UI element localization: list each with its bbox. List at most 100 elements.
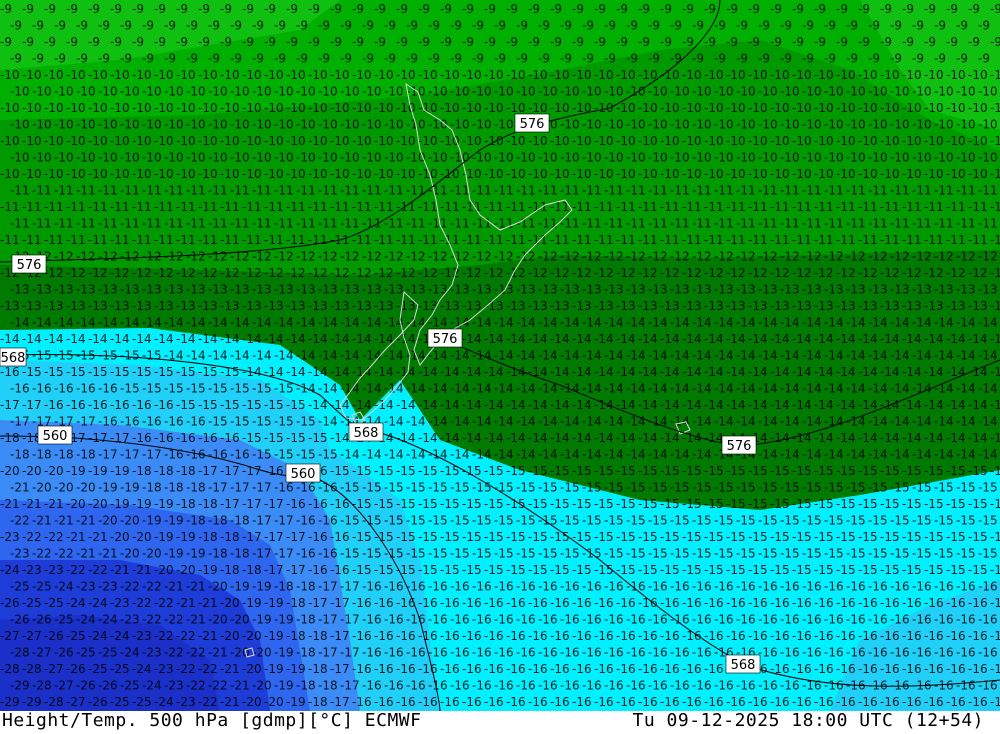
temperature-value: -14 <box>66 332 86 346</box>
temperature-value: -15 <box>32 349 52 363</box>
temperature-value: -15 <box>780 547 800 561</box>
temperature-value: -9 <box>912 52 924 66</box>
temperature-value: -14 <box>428 448 448 462</box>
temperature-value: -15 <box>836 464 856 478</box>
temperature-value: -11 <box>572 200 592 214</box>
temperature-value: -16 <box>758 679 778 693</box>
temperature-value: -10 <box>330 167 350 181</box>
temperature-value: -14 <box>824 448 844 462</box>
temperature-value: -15 <box>736 481 756 495</box>
temperature-value: -9 <box>10 52 22 66</box>
temperature-value: -11 <box>308 200 328 214</box>
temperature-value: -9 <box>560 52 572 66</box>
temperature-value: -10 <box>286 68 306 82</box>
temperature-value: -9 <box>924 2 936 16</box>
temperature-value: -14 <box>868 448 888 462</box>
temperature-value: -9 <box>428 52 440 66</box>
temperature-value: -16 <box>0 365 20 379</box>
temperature-value: -22 <box>120 580 140 594</box>
temperature-value: -20 <box>142 547 162 561</box>
temperature-value: -14 <box>802 349 822 363</box>
temperature-value: -16 <box>308 563 328 577</box>
temperature-value: -14 <box>340 316 360 330</box>
temperature-value: -14 <box>318 382 338 396</box>
temperature-value: -16 <box>846 613 866 627</box>
temperature-value: -13 <box>880 299 900 313</box>
temperature-value: -16 <box>132 398 152 412</box>
temperature-value: -16 <box>472 679 492 693</box>
temperature-value: -16 <box>88 398 108 412</box>
temperature-value: -10 <box>582 118 602 132</box>
temperature-value: -10 <box>814 167 834 181</box>
temperature-value: -11 <box>792 233 812 247</box>
temperature-value: -17 <box>242 464 262 478</box>
contour-label-560-west: 560 <box>37 425 73 445</box>
temperature-value: -14 <box>318 415 338 429</box>
temperature-value: -10 <box>142 118 162 132</box>
temperature-value: -11 <box>714 217 734 231</box>
temperature-value: -12 <box>132 266 152 280</box>
temperature-value: -17 <box>242 530 262 544</box>
temperature-value: -16 <box>638 596 658 610</box>
temperature-value: -13 <box>902 299 922 313</box>
temperature-value: -11 <box>242 233 262 247</box>
temperature-value: -14 <box>846 349 866 363</box>
temperature-value: -14 <box>274 316 294 330</box>
temperature-value: -9 <box>164 19 176 33</box>
temperature-value: -16 <box>858 629 878 643</box>
weather-map: -9 -9 -9 -9 -9 -9 -9 -9 -9 -9 -9 -9 -9 -9 -9 -9 -9 -9 -9 -9… <box>0 0 1000 711</box>
temperature-value: -14 <box>22 332 42 346</box>
temperature-value: -15 <box>890 514 910 528</box>
temperature-value: -14 <box>142 316 162 330</box>
temperature-value: -10 <box>736 85 756 99</box>
temperature-value: -14 <box>946 398 966 412</box>
temperature-value: -15 <box>748 563 768 577</box>
temperature-value: -13 <box>506 299 526 313</box>
temperature-value: -13 <box>550 299 570 313</box>
temperature-value: -14 <box>472 316 492 330</box>
temperature-value: -16 <box>814 629 834 643</box>
temperature-value: -14 <box>946 431 966 445</box>
temperature-value: -16 <box>880 596 900 610</box>
temperature-value: -10 <box>198 68 218 82</box>
temperature-value: -22 <box>176 629 196 643</box>
temperature-value: -14 <box>494 448 514 462</box>
temperature-value: -14 <box>836 431 856 445</box>
temperature-value: -11 <box>252 217 272 231</box>
temperature-value: -15 <box>638 497 658 511</box>
temperature-value: -15 <box>406 547 426 561</box>
temperature-value: -10 <box>902 167 922 181</box>
temperature-value: -14 <box>770 398 790 412</box>
temperature-value: -14 <box>868 382 888 396</box>
temperature-value: -11 <box>890 184 910 198</box>
temperature-value: -15 <box>352 497 372 511</box>
temperature-value: -13 <box>0 299 20 313</box>
temperature-value: -17 <box>340 679 360 693</box>
temperature-value: -16 <box>934 613 954 627</box>
temperature-value: -15 <box>550 530 570 544</box>
temperature-value: -16 <box>472 580 492 594</box>
temperature-value: -12 <box>704 266 724 280</box>
temperature-value: -13 <box>230 283 250 297</box>
temperature-value: -19 <box>66 464 86 478</box>
temperature-value: -14 <box>406 415 426 429</box>
temperature-value: -19 <box>176 530 196 544</box>
temperature-value: -14 <box>506 332 526 346</box>
temperature-value: -11 <box>714 184 734 198</box>
temperature-value: -11 <box>208 217 228 231</box>
temperature-value: -16 <box>352 629 372 643</box>
temperature-value: -14 <box>330 332 350 346</box>
temperature-value: -27 <box>32 646 52 660</box>
temperature-value: -14 <box>538 316 558 330</box>
temperature-value: -18 <box>296 679 316 693</box>
temperature-value: -9 <box>704 2 716 16</box>
temperature-value: -16 <box>506 629 526 643</box>
temperature-value: -10 <box>340 118 360 132</box>
temperature-value: -11 <box>176 200 196 214</box>
temperature-value: -15 <box>494 547 514 561</box>
temperature-value: -14 <box>604 382 624 396</box>
temperature-value: -16 <box>318 514 338 528</box>
temperature-value: -9 <box>164 52 176 66</box>
temperature-value: -9 <box>582 19 594 33</box>
temperature-value: -14 <box>824 382 844 396</box>
